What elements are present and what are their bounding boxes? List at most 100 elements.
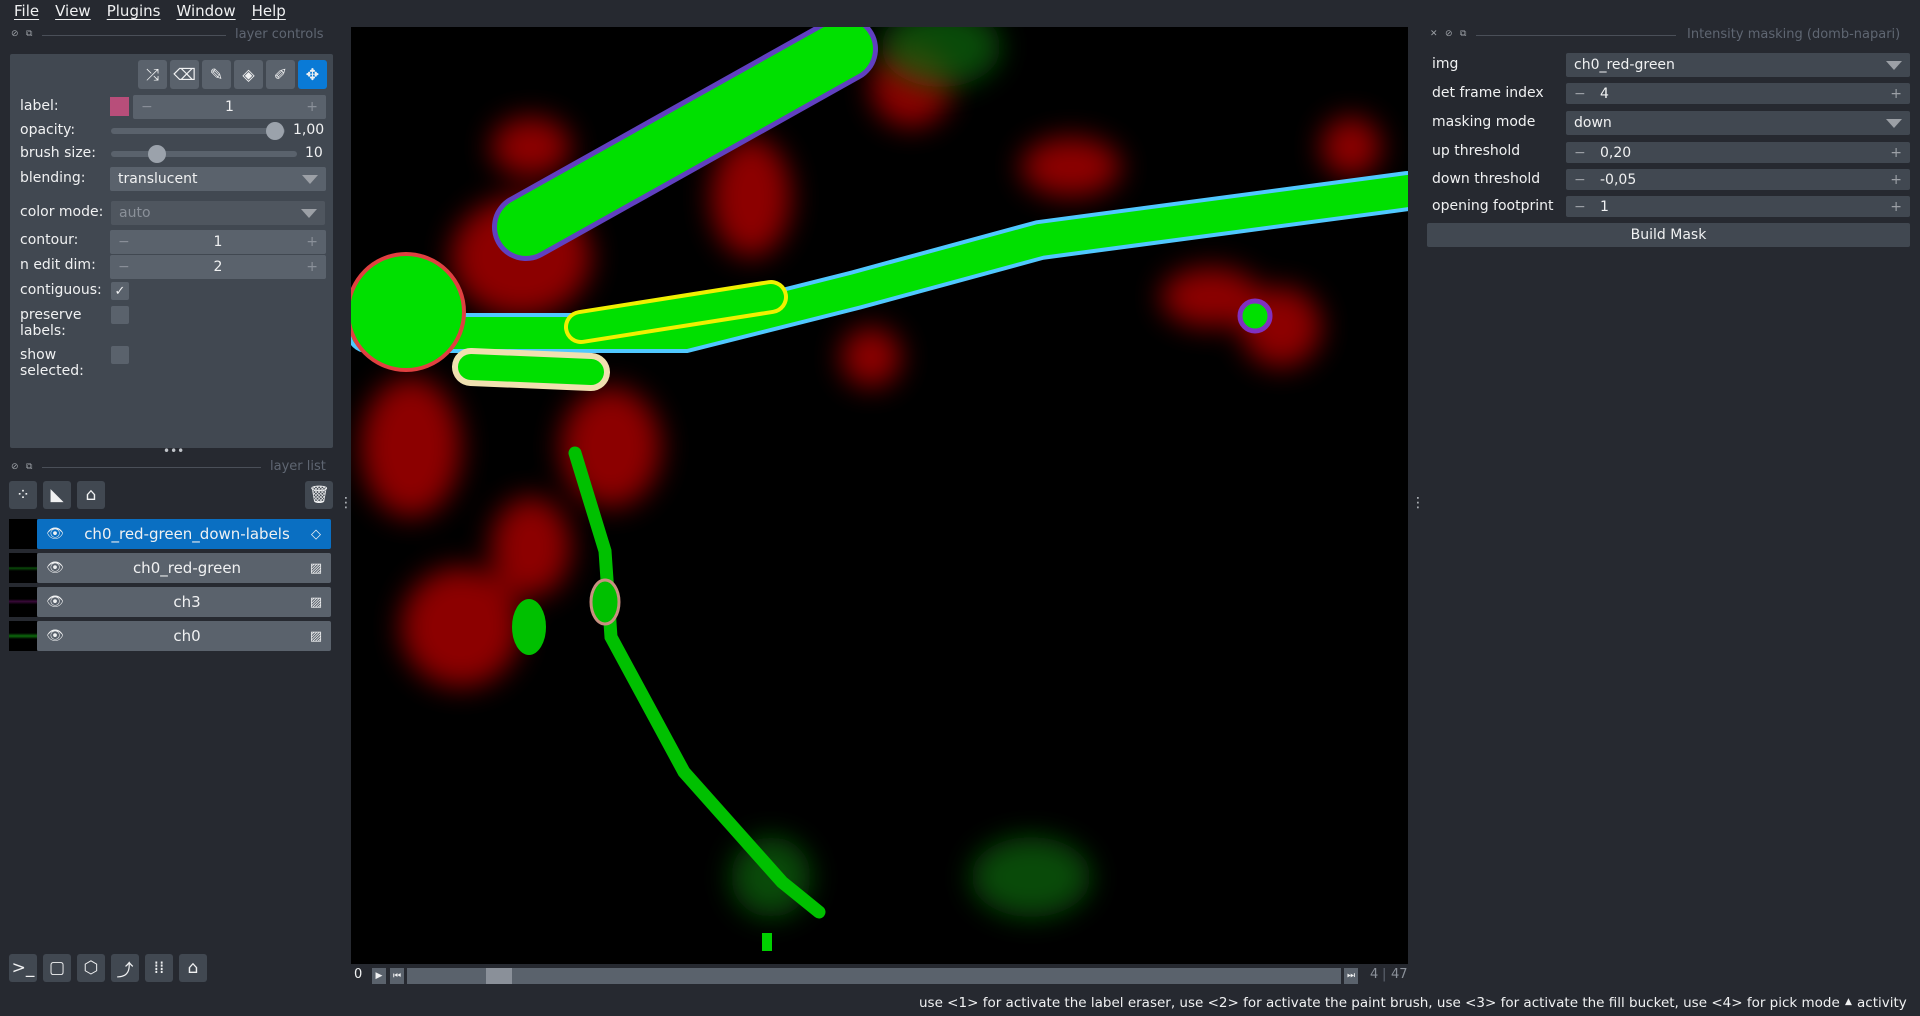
menu-plugins[interactable]: Plugins [99, 0, 169, 26]
dims-current[interactable]: 4 [1370, 967, 1378, 982]
step-forward-button[interactable]: ⏭ [1344, 968, 1358, 984]
delete-layer-button[interactable]: 🗑 [305, 481, 333, 509]
activity-button[interactable]: activity [1857, 995, 1907, 1011]
up-threshold-value: 0,20 [1600, 144, 1632, 161]
show-selected-checkbox[interactable] [111, 346, 129, 364]
blending-dropdown[interactable]: translucent [110, 167, 326, 191]
increment-icon[interactable]: + [1890, 145, 1902, 161]
img-dropdown[interactable]: ch0_red-green [1566, 53, 1910, 77]
decrement-icon[interactable]: − [1574, 172, 1600, 188]
menu-help[interactable]: Help [244, 0, 294, 26]
menu-file[interactable]: File [6, 0, 47, 26]
masking-mode-value: down [1574, 115, 1612, 131]
layer-list: 👁 ch0_red-green_down-labels ◇ 👁 ch0_red-gre… [9, 519, 331, 651]
green-structures [351, 27, 1408, 951]
shuffle-icon: ⤮ [146, 64, 159, 84]
increment-icon[interactable]: + [1890, 172, 1902, 188]
layer-name[interactable]: ch3 [73, 593, 301, 611]
roll-dims-button[interactable]: ⬡ [77, 954, 105, 982]
undock-icon[interactable]: ⧉ [1460, 29, 1466, 39]
up-threshold-spinbox[interactable]: −0,20 + [1566, 142, 1910, 163]
layer-name[interactable]: ch0_red-green [73, 559, 301, 577]
label-color-swatch[interactable] [110, 97, 129, 116]
eye-icon[interactable]: 👁 [37, 560, 73, 576]
show-selected-line2: selected: [20, 363, 84, 379]
preserve-labels-line2: labels: [20, 323, 66, 339]
image-canvas[interactable] [351, 27, 1408, 964]
brush-size-slider[interactable] [111, 151, 297, 157]
decrement-icon[interactable]: − [118, 259, 130, 275]
n-edit-dim-label: n edit dim: [20, 257, 96, 273]
increment-icon[interactable]: + [1890, 199, 1902, 215]
build-mask-button[interactable]: Build Mask [1427, 223, 1910, 247]
color-mode-dropdown[interactable]: auto [111, 201, 325, 225]
float-icon[interactable]: ⊘ [11, 29, 19, 39]
decrement-icon[interactable]: − [118, 234, 130, 250]
shuffle-colors-button[interactable]: ⤮ [138, 60, 167, 89]
menu-window[interactable]: Window [168, 0, 243, 26]
chevron-up-icon[interactable]: ▲ [1845, 997, 1852, 1007]
decrement-icon[interactable]: − [1574, 86, 1600, 102]
dims-slider-handle[interactable] [486, 968, 512, 984]
layer-name[interactable]: ch0_red-green_down-labels [73, 525, 301, 543]
undock-icon[interactable]: ⧉ [26, 29, 32, 39]
home-button[interactable]: ⌂ [179, 954, 207, 982]
paint-brush-button[interactable]: ✎ [202, 60, 231, 89]
opacity-slider[interactable] [111, 128, 285, 134]
brush-size-slider-handle[interactable] [148, 145, 166, 163]
layer-name[interactable]: ch0 [73, 627, 301, 645]
decrement-icon[interactable]: − [141, 99, 153, 115]
float-icon[interactable]: ⊘ [1445, 29, 1453, 39]
eye-icon[interactable]: 👁 [37, 628, 73, 644]
increment-icon[interactable]: + [1890, 86, 1902, 102]
new-points-layer-button[interactable]: ⁘ [9, 481, 37, 509]
grid-button[interactable]: ⁞⁞ [145, 954, 173, 982]
transpose-button[interactable]: ⤴ [111, 954, 139, 982]
play-button[interactable]: ▶ [372, 968, 386, 984]
n-edit-dim-spinbox[interactable]: − 2 + [110, 255, 326, 279]
increment-icon[interactable]: + [306, 234, 318, 250]
opening-footprint-label: opening footprint [1432, 198, 1554, 214]
play-icon: ▶ [375, 971, 383, 981]
eye-icon[interactable]: 👁 [37, 594, 73, 610]
pan-zoom-button[interactable]: ✥ [298, 60, 327, 89]
picker-icon: ✐ [273, 65, 288, 84]
float-icon[interactable]: ⊘ [11, 462, 19, 472]
close-icon[interactable]: ✕ [1430, 29, 1438, 39]
eraser-button[interactable]: ⌫ [170, 60, 199, 89]
step-back-button[interactable]: ⏮ [390, 968, 404, 984]
layer-row[interactable]: 👁 ch0_red-green_down-labels ◇ [9, 519, 331, 549]
new-labels-layer-button[interactable]: ⌂ [77, 481, 105, 509]
fill-bucket-button[interactable]: ◈ [234, 60, 263, 89]
console-icon: >_ [11, 958, 35, 978]
console-button[interactable]: >_ [9, 954, 37, 982]
decrement-icon[interactable]: − [1574, 199, 1600, 215]
image-layer-icon: ▨ [309, 594, 323, 610]
det-frame-index-spinbox[interactable]: −4 + [1566, 83, 1910, 104]
contour-spinbox[interactable]: − 1 + [110, 230, 326, 254]
increment-icon[interactable]: + [306, 259, 318, 275]
menu-view[interactable]: View [47, 0, 99, 26]
label-spinbox[interactable]: − 1 + [133, 95, 326, 119]
contour-value: 1 [213, 234, 223, 250]
picker-button[interactable]: ✐ [266, 60, 295, 89]
layer-row[interactable]: 👁 ch3 ▨ [9, 587, 331, 617]
ndisplay-button[interactable]: ▢ [43, 954, 71, 982]
increment-icon[interactable]: + [306, 99, 318, 115]
dims-slider[interactable] [407, 968, 1341, 984]
opacity-slider-handle[interactable] [266, 122, 284, 140]
decrement-icon[interactable]: − [1574, 145, 1600, 161]
new-shapes-layer-button[interactable]: ◣ [43, 481, 71, 509]
opening-footprint-spinbox[interactable]: −1 + [1566, 196, 1910, 217]
eye-icon[interactable]: 👁 [37, 526, 73, 542]
contiguous-checkbox[interactable]: ✓ [111, 282, 129, 300]
layer-thumbnail [9, 587, 37, 617]
splitter-handle[interactable]: ••• [163, 444, 184, 458]
masking-mode-dropdown[interactable]: down [1566, 111, 1910, 135]
right-dock-handle[interactable]: ⋮ [1411, 495, 1425, 511]
undock-icon[interactable]: ⧉ [26, 462, 32, 472]
down-threshold-spinbox[interactable]: − -0,05 + [1566, 169, 1910, 190]
layer-row[interactable]: 👁 ch0_red-green ▨ [9, 553, 331, 583]
preserve-labels-checkbox[interactable] [111, 306, 129, 324]
layer-row[interactable]: 👁 ch0 ▨ [9, 621, 331, 651]
